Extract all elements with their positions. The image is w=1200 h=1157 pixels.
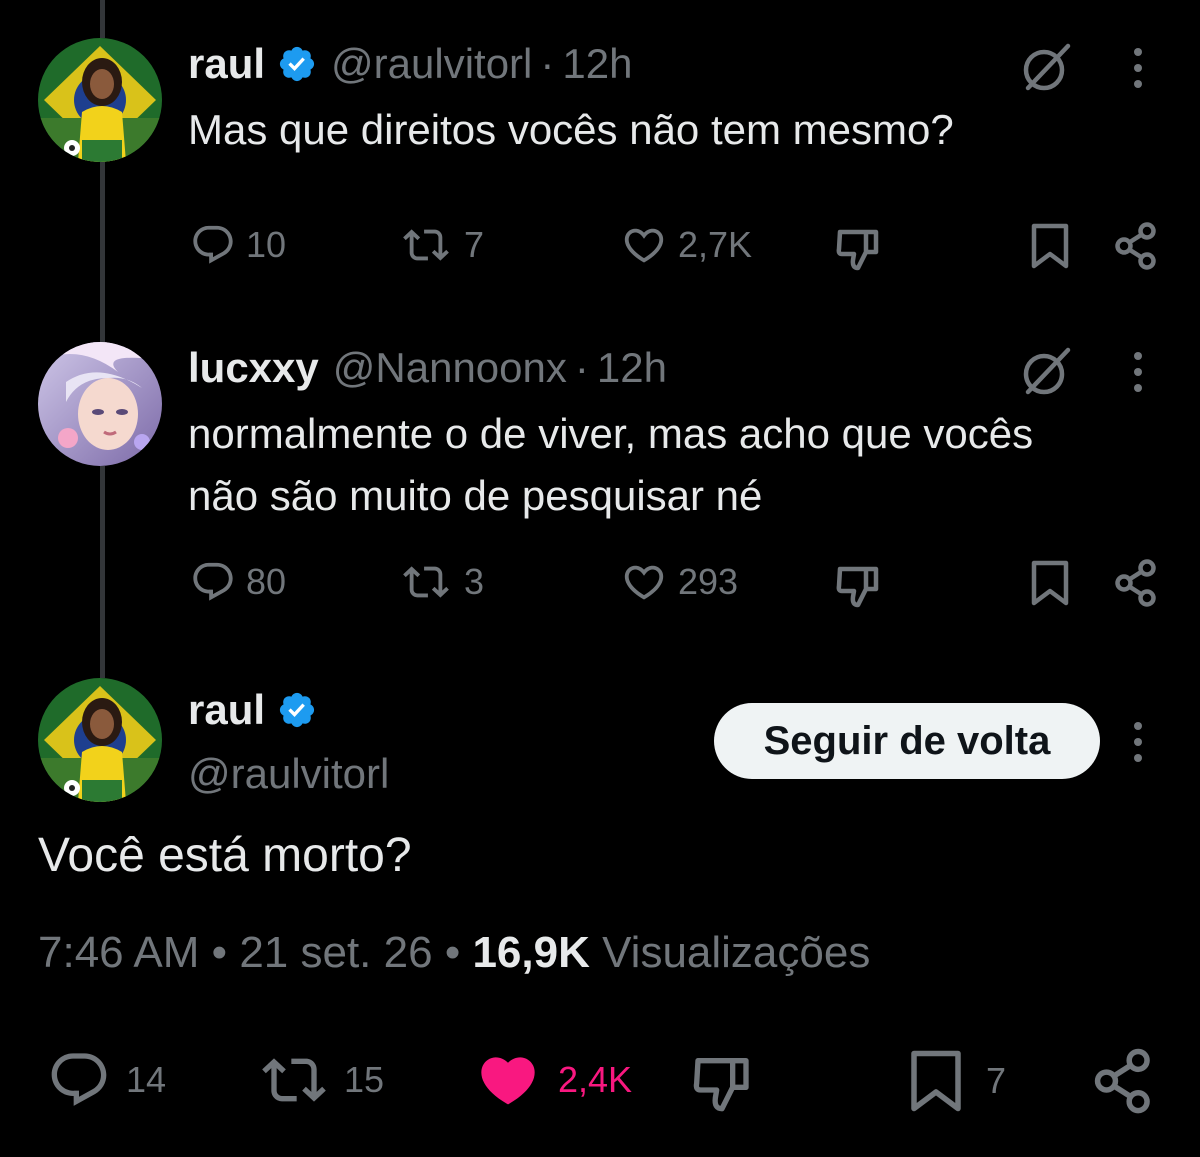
avatar[interactable] [38,678,162,802]
thread-line [100,0,105,38]
reply-icon [51,1053,107,1106]
reply-count: 80 [246,561,287,602]
dislike-button[interactable] [690,1050,754,1114]
views-label: Visualizações [602,928,871,977]
avatar[interactable] [38,342,162,466]
tweet-metadata: 7:46 AM • 21 set. 26 • 16,9K Visualizaçõ… [38,928,870,978]
like-button[interactable]: 2,7K [620,222,752,268]
more-icon[interactable] [1120,350,1156,394]
repost-icon [403,229,449,261]
follow-back-button[interactable]: Seguir de volta [714,703,1100,779]
grok-icon[interactable] [1018,40,1074,96]
tweet-thread: raul @raulvitorl · 12h Mas que direitos … [0,0,1200,1157]
author-name[interactable]: raul [188,40,265,88]
like-count: 293 [678,561,739,602]
tweet-header: @raulvitorl [188,750,389,798]
like-button[interactable]: 293 [620,559,738,605]
dislike-button[interactable] [834,224,882,272]
verified-badge-icon [279,46,315,82]
author-name[interactable]: raul [188,686,265,734]
share-button[interactable] [1114,559,1158,607]
author-name[interactable]: lucxxy [188,344,319,392]
tweet-text: Mas que direitos vocês não tem mesmo? [188,106,954,153]
tweet-actions: 10 7 2,7K [0,216,1200,276]
tweet-date[interactable]: 21 set. 26 [239,928,432,977]
separator: · [540,40,555,87]
separator: • [211,928,228,977]
reply-button[interactable]: 10 [190,222,286,268]
tweet-time[interactable]: 7:46 AM [38,928,199,977]
tweet-text: normalmente o de viver, mas acho que voc… [188,403,1033,527]
tweet-text-line: normalmente o de viver, mas acho que voc… [188,410,1034,457]
repost-count: 7 [464,224,485,265]
heart-icon [624,228,664,263]
tweet-header: raul @raulvitorl · 12h [188,40,632,88]
author-handle[interactable]: @raulvitorl [331,40,532,88]
dislike-icon [693,1058,749,1112]
share-icon [1094,1048,1150,1114]
author-handle[interactable]: @raulvitorl [188,750,389,798]
bookmark-button[interactable] [1030,559,1070,607]
like-button[interactable]: 2,4K [472,1048,632,1112]
repost-button[interactable]: 3 [398,559,484,605]
repost-icon [262,1058,326,1102]
view-count[interactable]: 16,9K [472,928,589,977]
verified-badge-icon [279,692,315,728]
avatar[interactable] [38,38,162,162]
reply-button[interactable]: 80 [190,559,286,605]
dislike-icon [836,229,879,271]
tweet-header: lucxxy @Nannoonx · 12h [188,344,667,392]
tweet-actions: 14 15 2,4K 7 [0,1044,1200,1114]
tweet-actions: 80 3 293 [0,553,1200,613]
more-icon[interactable] [1120,720,1156,764]
repost-button[interactable]: 15 [256,1048,384,1112]
bookmark-count: 7 [986,1060,1007,1101]
timestamp[interactable]: 12h [562,40,632,88]
bookmark-icon [1031,223,1069,269]
separator: • [444,928,461,977]
tweet-header: raul [188,686,317,734]
bookmark-icon [911,1050,961,1112]
share-button[interactable] [1114,222,1158,270]
heart-icon [624,565,664,600]
reply-count: 10 [246,224,287,265]
like-count: 2,4K [558,1059,633,1100]
dislike-icon [836,566,879,608]
reply-icon [193,562,233,601]
reply-count: 14 [126,1059,167,1100]
separator: · [574,344,589,391]
repost-button[interactable]: 7 [398,222,484,268]
dislike-button[interactable] [834,561,882,609]
grok-icon[interactable] [1018,344,1074,400]
repost-count: 15 [344,1059,385,1100]
heart-icon [481,1057,535,1105]
bookmark-button[interactable] [1030,222,1070,270]
share-icon [1115,222,1156,270]
tweet-text-line: não são muito de pesquisar né [188,472,763,519]
share-button[interactable] [1092,1048,1154,1114]
more-icon[interactable] [1120,46,1156,90]
share-icon [1115,559,1156,607]
repost-icon [403,566,449,598]
reply-button[interactable]: 14 [46,1048,166,1112]
author-handle[interactable]: @Nannoonx [333,344,567,392]
reply-icon [193,225,233,264]
like-count: 2,7K [678,224,753,265]
bookmark-button[interactable]: 7 [906,1048,1006,1114]
repost-count: 3 [464,561,485,602]
timestamp[interactable]: 12h [597,344,667,392]
tweet-text: Você está morto? [38,829,412,882]
bookmark-icon [1031,560,1069,606]
